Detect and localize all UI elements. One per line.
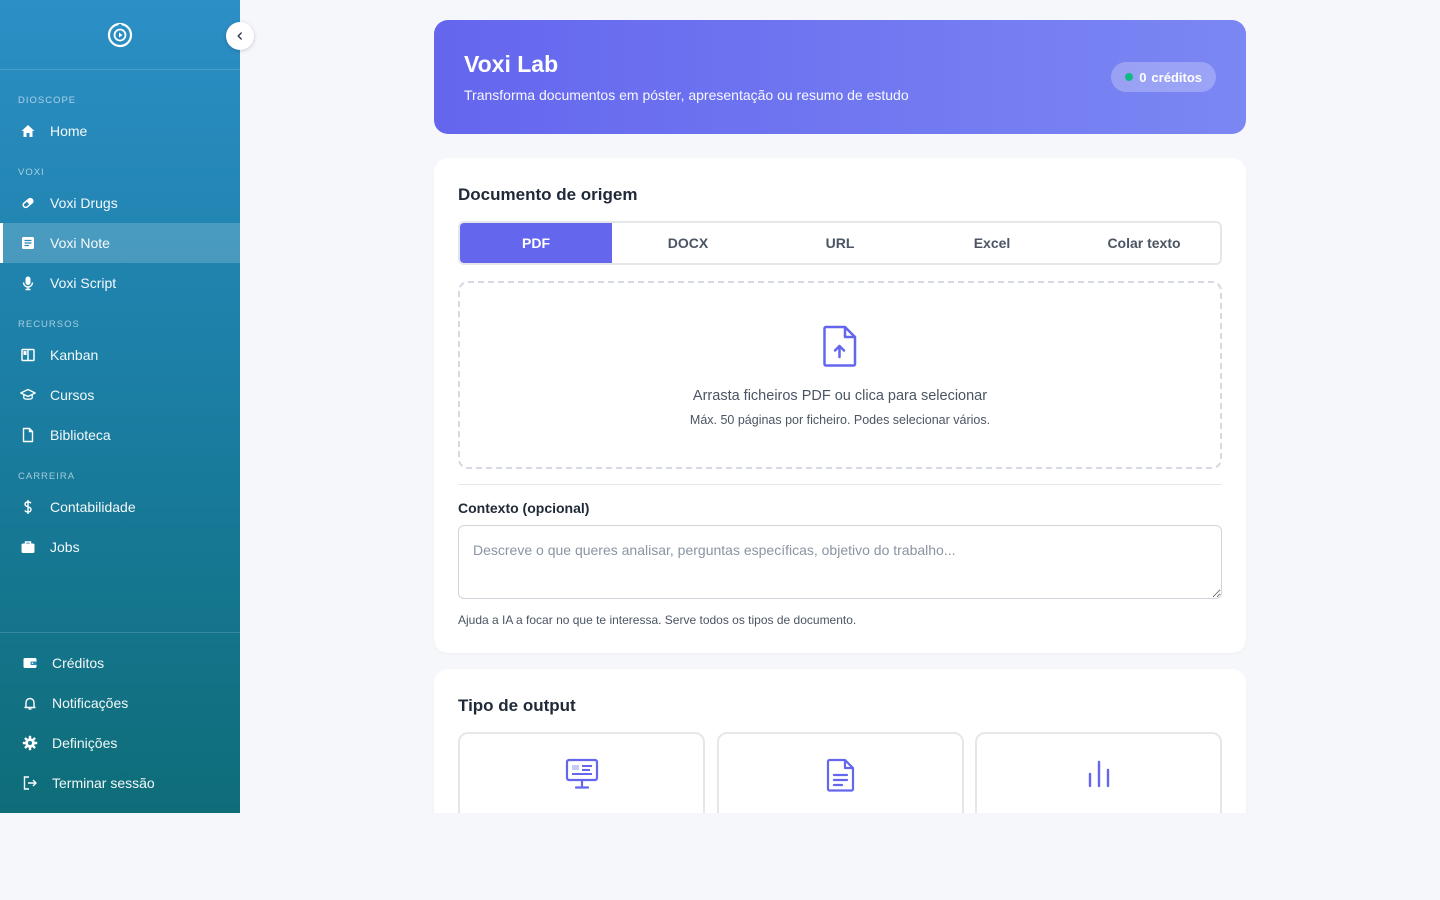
bar-chart-icon	[1088, 760, 1109, 788]
note-icon	[20, 235, 36, 251]
sidebar-section-recursos: RECURSOS Kanban Cursos Biblioteca	[0, 319, 240, 455]
briefcase-icon	[20, 539, 36, 555]
context-textarea[interactable]	[458, 525, 1222, 599]
output-option-document[interactable]	[717, 732, 964, 813]
graduation-cap-icon	[20, 387, 36, 403]
microphone-icon	[20, 275, 36, 291]
sidebar-item-voxi-note[interactable]: Voxi Note	[0, 223, 240, 263]
sidebar-item-label: Créditos	[52, 655, 105, 671]
page-title: Voxi Lab	[464, 51, 559, 77]
sidebar-item-label: Voxi Drugs	[50, 195, 118, 211]
output-option-presentation[interactable]	[458, 732, 705, 813]
main-content: Voxi Lab Transforma documentos em póster…	[240, 0, 1440, 813]
sidebar-section-carreira: CARREIRA Contabilidade Jobs	[0, 471, 240, 567]
logout-icon	[22, 775, 38, 791]
divider	[458, 484, 1222, 485]
output-option-chart[interactable]	[975, 732, 1222, 813]
section-label: CARREIRA	[18, 471, 76, 482]
sidebar-bottom: Créditos Notificações Definições Termina…	[0, 632, 240, 803]
output-type-card: Tipo de output	[434, 669, 1246, 813]
source-document-card: Documento de origem PDF DOCX URL Excel C…	[434, 158, 1246, 653]
sidebar-section-voxi: VOXI Voxi Drugs Voxi Note Voxi Script	[0, 167, 240, 303]
sidebar-item-terminar-sessao[interactable]: Terminar sessão	[0, 763, 240, 803]
sidebar-item-label: Cursos	[50, 387, 95, 403]
credits-label: créditos	[1151, 69, 1202, 85]
sidebar-collapse-button[interactable]	[226, 22, 254, 50]
sidebar-item-label: Biblioteca	[50, 427, 111, 443]
sidebar-item-creditos[interactable]: Créditos	[0, 643, 240, 683]
sidebar-item-label: Home	[50, 123, 88, 139]
context-help-text: Ajuda a IA a focar no que te interessa. …	[458, 613, 857, 627]
sidebar-item-definicoes[interactable]: Definições	[0, 723, 240, 763]
sidebar-item-voxi-script[interactable]: Voxi Script	[0, 263, 240, 303]
bell-icon	[22, 695, 38, 711]
sidebar-item-home[interactable]: Home	[0, 111, 240, 151]
sidebar-section-dioscope: DIOSCOPE Home	[0, 95, 240, 151]
section-label: VOXI	[18, 167, 45, 178]
sidebar-item-voxi-drugs[interactable]: Voxi Drugs	[0, 183, 240, 223]
tab-url[interactable]: URL	[764, 223, 916, 263]
kanban-icon	[20, 347, 36, 363]
sidebar-item-kanban[interactable]: Kanban	[0, 335, 240, 375]
document-icon	[826, 758, 854, 792]
home-icon	[20, 123, 36, 139]
sidebar-item-label: Terminar sessão	[52, 775, 155, 791]
sidebar-item-biblioteca[interactable]: Biblioteca	[0, 415, 240, 455]
sidebar-item-label: Kanban	[50, 347, 99, 363]
section-label: DIOSCOPE	[18, 95, 77, 106]
dropzone-hint: Máx. 50 páginas por ficheiro. Podes sele…	[689, 413, 991, 427]
presentation-icon	[565, 758, 598, 789]
file-upload-icon	[823, 325, 857, 367]
credits-count: 0	[1139, 69, 1147, 85]
source-type-tabs: PDF DOCX URL Excel Colar texto	[458, 221, 1222, 265]
source-card-title: Documento de origem	[458, 185, 638, 204]
hero-banner: Voxi Lab Transforma documentos em póster…	[434, 20, 1246, 134]
logo-icon	[107, 22, 133, 47]
sidebar-item-label: Voxi Script	[50, 275, 117, 291]
section-label: RECURSOS	[18, 319, 80, 330]
sidebar-logo[interactable]	[0, 0, 240, 70]
page-subtitle: Transforma documentos em póster, apresen…	[464, 87, 909, 103]
status-dot-icon	[1125, 73, 1134, 81]
sidebar-item-contabilidade[interactable]: Contabilidade	[0, 487, 240, 527]
document-icon	[20, 427, 36, 443]
credits-badge[interactable]: 0 créditos	[1111, 62, 1216, 92]
sidebar-item-jobs[interactable]: Jobs	[0, 527, 240, 567]
output-card-title: Tipo de output	[458, 696, 576, 715]
sidebar-item-label: Definições	[52, 735, 118, 751]
tab-excel[interactable]: Excel	[916, 223, 1068, 263]
context-label: Contexto (opcional)	[458, 500, 590, 516]
tab-docx[interactable]: DOCX	[612, 223, 764, 263]
pill-icon	[20, 195, 36, 211]
sidebar-item-cursos[interactable]: Cursos	[0, 375, 240, 415]
sidebar-item-label: Voxi Note	[50, 235, 110, 251]
gear-icon	[22, 735, 38, 751]
chevron-left-icon	[237, 32, 242, 40]
page-background	[0, 813, 1440, 900]
sidebar-item-label: Jobs	[50, 539, 80, 555]
sidebar-item-label: Notificações	[52, 695, 129, 711]
tab-colar-texto[interactable]: Colar texto	[1068, 223, 1220, 263]
dropzone-instruction: Arrasta ficheiros PDF ou clica para sele…	[692, 388, 988, 404]
sidebar-item-notificacoes[interactable]: Notificações	[0, 683, 240, 723]
dollar-icon	[20, 499, 36, 515]
file-dropzone[interactable]: Arrasta ficheiros PDF ou clica para sele…	[458, 281, 1222, 469]
sidebar: DIOSCOPE Home VOXI Voxi Drugs Voxi Note	[0, 0, 240, 813]
sidebar-item-label: Contabilidade	[50, 499, 136, 515]
wallet-icon	[22, 655, 38, 671]
tab-pdf[interactable]: PDF	[460, 223, 612, 263]
